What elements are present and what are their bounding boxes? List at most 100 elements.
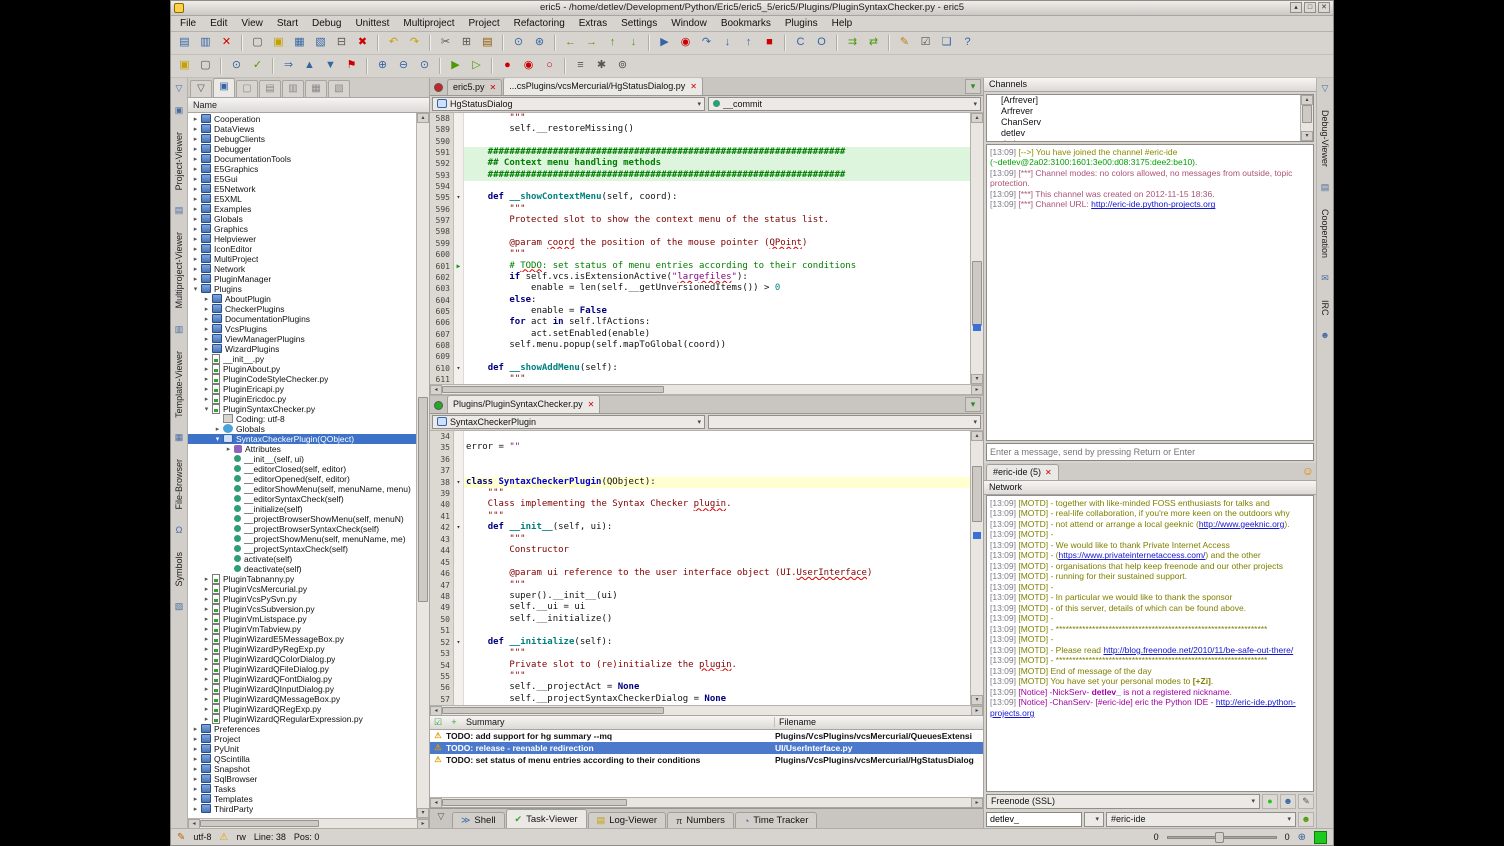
multiproject-icon[interactable]: ▤	[172, 204, 186, 218]
scroll-right-icon[interactable]: ▸	[971, 706, 983, 716]
tree-item[interactable]: __projectShowMenu(self, menuName, me)	[188, 534, 416, 544]
tree-item[interactable]: ▸SqlBrowser	[188, 774, 416, 784]
tree-vscrollbar[interactable]: ▴ ▾	[416, 113, 429, 818]
tab-time-tracker[interactable]: ◔Time Tracker	[735, 812, 818, 828]
scroll-up-icon[interactable]: ▴	[417, 113, 429, 123]
tree-header[interactable]: Name	[188, 98, 429, 113]
tasks-icon[interactable]: ≡	[571, 57, 590, 75]
expander-icon[interactable]: ▸	[191, 805, 200, 813]
tab-log-viewer[interactable]: ▤Log-Viewer	[588, 812, 666, 828]
expander-icon[interactable]: ▾	[202, 405, 211, 413]
scroll-thumb[interactable]	[200, 820, 319, 827]
cut-icon[interactable]: ✂	[436, 34, 455, 52]
funnel-icon[interactable]: ▽	[433, 811, 449, 826]
filter-icon[interactable]: ▽	[190, 80, 212, 97]
expander-icon[interactable]: ▸	[202, 295, 211, 303]
search-icon[interactable]: ⊙	[509, 34, 528, 52]
paste-icon[interactable]: ▤	[478, 34, 497, 52]
menu-help[interactable]: Help	[825, 17, 860, 30]
maximize-button[interactable]: □	[1304, 2, 1316, 13]
tree-item[interactable]: deactivate(self)	[188, 564, 416, 574]
titlebar[interactable]: eric5 - /home/detlev/Development/Python/…	[171, 1, 1333, 16]
step-over-icon[interactable]: ↷	[697, 34, 716, 52]
down-icon[interactable]: ↓	[624, 34, 643, 52]
expander-icon[interactable]: ▸	[191, 245, 200, 253]
search-file-icon[interactable]: ⊙	[227, 57, 246, 75]
tree-item[interactable]: ▸Examples	[188, 204, 416, 214]
others-tab-icon[interactable]: ▧	[328, 80, 350, 97]
close-file-icon[interactable]: ✖	[353, 34, 372, 52]
editor-vscrollbar[interactable]: ▴▾	[970, 113, 983, 384]
project-viewer-icon[interactable]: ▣	[172, 104, 186, 118]
step-out-icon[interactable]: ↑	[739, 34, 758, 52]
scroll-up-icon[interactable]: ▴	[971, 113, 983, 123]
scroll-left-icon[interactable]: ◂	[430, 706, 442, 716]
tree-item[interactable]: ▸IconEditor	[188, 244, 416, 254]
redo-icon[interactable]: ↷	[405, 34, 424, 52]
debug-script-icon[interactable]: ▶	[446, 57, 465, 75]
translations-tab-icon[interactable]: ▥	[282, 80, 304, 97]
expander-icon[interactable]: ▸	[202, 625, 211, 633]
tab-debug-viewer[interactable]: Debug-Viewer	[1320, 110, 1330, 167]
tree-item[interactable]: ▸PluginVcsMercurial.py	[188, 584, 416, 594]
scroll-thumb[interactable]	[442, 799, 627, 806]
debug-icon[interactable]: ◉	[676, 34, 695, 52]
scroll-thumb[interactable]	[442, 386, 664, 393]
new-file-icon[interactable]: ▢	[248, 34, 267, 52]
next-breakpoint-icon[interactable]: ◉	[519, 57, 538, 75]
scroll-thumb[interactable]	[418, 397, 428, 603]
tree-item[interactable]: ▸PluginCodeStyleChecker.py	[188, 374, 416, 384]
debug-project-icon[interactable]: ▷	[467, 57, 486, 75]
away-select[interactable]: ▾	[1084, 812, 1104, 827]
tree-item[interactable]: Coding: utf-8	[188, 414, 416, 424]
objects-icon[interactable]: O	[812, 34, 831, 52]
tree-item[interactable]: ▸ThirdParty	[188, 804, 416, 814]
task-row[interactable]: ⚠TODO: release - reenable redirectionUI/…	[430, 742, 983, 754]
tree-item[interactable]: ▸PluginManager	[188, 274, 416, 284]
class-combo[interactable]: SyntaxCheckerPlugin▾	[432, 415, 705, 429]
expander-icon[interactable]: ▸	[191, 175, 200, 183]
column-header-summary[interactable]: Summary	[462, 717, 775, 727]
menu-settings[interactable]: Settings	[614, 17, 664, 30]
tree-item[interactable]: __editorClosed(self, editor)	[188, 464, 416, 474]
chat-link[interactable]: https://www.privateinternetaccess.com/	[1059, 550, 1206, 560]
expander-icon[interactable]: ▸	[191, 225, 200, 233]
chat-link[interactable]: http://blog.freenode.net/2010/11/be-safe…	[1103, 645, 1293, 655]
tree-item[interactable]: ▾SyntaxCheckerPlugin(QObject)	[188, 434, 416, 444]
goto-line-icon[interactable]: ⇒	[279, 57, 298, 75]
tree-item[interactable]: ▸PluginWizardQRegularExpression.py	[188, 714, 416, 724]
editor-hscrollbar[interactable]: ◂▸	[430, 705, 983, 715]
spelling-icon[interactable]: ✓	[248, 57, 267, 75]
expander-icon[interactable]: ▸	[202, 605, 211, 613]
symbols-icon[interactable]: Ω	[172, 524, 186, 538]
funnel-icon[interactable]: ▽	[1318, 82, 1332, 96]
tree-item[interactable]: ▾PluginSyntaxChecker.py	[188, 404, 416, 414]
tree-item[interactable]: ▸PluginWizardQFileDialog.py	[188, 664, 416, 674]
expander-icon[interactable]: ▾	[213, 435, 222, 443]
tab-irc[interactable]: IRC	[1320, 300, 1330, 316]
scroll-up-icon[interactable]: ▴	[1301, 95, 1313, 105]
tree-item[interactable]: __editorOpened(self, editor)	[188, 474, 416, 484]
expander-icon[interactable]: ▸	[202, 585, 211, 593]
expander-icon[interactable]: ▸	[202, 635, 211, 643]
tree-item[interactable]: ▸PluginVmTabview.py	[188, 624, 416, 634]
code-area[interactable]: 3435error = ""363738▾class SyntaxChecker…	[430, 431, 970, 705]
menu-project[interactable]: Project	[462, 17, 507, 30]
expander-icon[interactable]: ▸	[202, 335, 211, 343]
server-select[interactable]: Freenode (SSL)▾	[986, 794, 1260, 809]
tree-item[interactable]: __init__(self, ui)	[188, 454, 416, 464]
channel-user[interactable]: Arfrever	[987, 106, 1300, 117]
identities-icon[interactable]: ☻	[1280, 794, 1296, 809]
tree-item[interactable]: activate(self)	[188, 554, 416, 564]
numbers-strip-icon[interactable]: ▧	[172, 600, 186, 614]
member-combo[interactable]: __commit▾	[708, 97, 981, 111]
menu-view[interactable]: View	[234, 17, 270, 30]
tab-multiproject-viewer[interactable]: Multiproject-Viewer	[174, 232, 184, 308]
expander-icon[interactable]: ▸	[191, 195, 200, 203]
new-window-icon[interactable]: ▤	[175, 34, 194, 52]
close-channel-icon[interactable]: ✕	[1045, 468, 1052, 477]
save-icon[interactable]: ▦	[290, 34, 309, 52]
menu-refactoring[interactable]: Refactoring	[507, 17, 572, 30]
expander-icon[interactable]: ▸	[202, 345, 211, 353]
close-tab-icon[interactable]: ✕	[490, 83, 497, 92]
